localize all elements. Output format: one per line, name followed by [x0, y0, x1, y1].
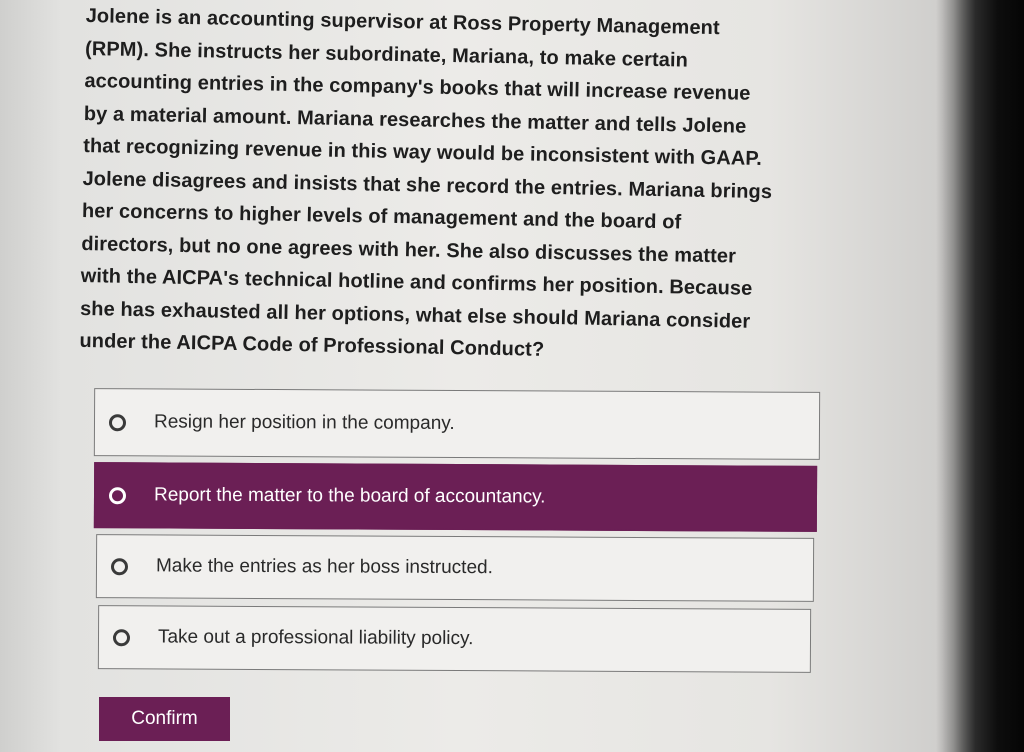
- answer-option-liability-policy[interactable]: Take out a professional liability policy…: [97, 605, 812, 673]
- question-text: Jolene is an accounting supervisor at Ro…: [79, 0, 866, 372]
- radio-circle-icon[interactable]: [110, 557, 129, 575]
- answer-option-resign[interactable]: Resign her position in the company.: [93, 388, 821, 460]
- radio-circle-icon[interactable]: [112, 628, 131, 646]
- answer-option-report-board[interactable]: Report the matter to the board of accoun…: [93, 462, 818, 532]
- answer-option-label: Take out a professional liability policy…: [157, 626, 474, 650]
- answer-option-make-entries[interactable]: Make the entries as her boss instructed.: [95, 534, 815, 602]
- monitor-bezel: [936, 0, 1024, 752]
- answer-option-label: Resign her position in the company.: [153, 411, 455, 434]
- confirm-button[interactable]: Confirm: [99, 697, 230, 741]
- radio-circle-icon[interactable]: [108, 486, 127, 504]
- radio-circle-icon[interactable]: [108, 413, 127, 431]
- answer-option-label: Report the matter to the board of accoun…: [153, 484, 546, 508]
- answer-option-label: Make the entries as her boss instructed.: [155, 555, 493, 579]
